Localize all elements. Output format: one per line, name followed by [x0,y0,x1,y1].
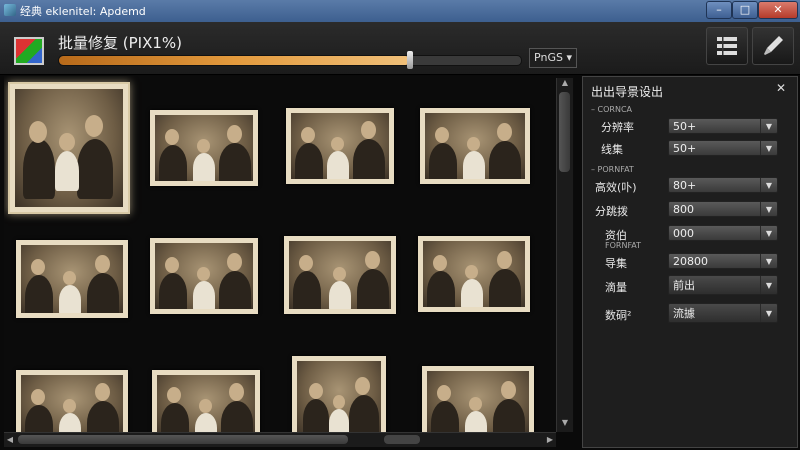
close-button[interactable]: ✕ [758,1,798,19]
photo-thumbnail[interactable] [152,370,260,432]
scroll-up-icon[interactable]: ▲ [557,78,573,90]
photo-thumbnail[interactable] [292,356,386,432]
progress-thumb[interactable] [407,51,414,69]
chevron-down-icon: ▼ [760,254,777,268]
setting-label: 高效(卟) [595,181,637,194]
list-view-button[interactable] [706,27,748,65]
app-icon [4,4,16,16]
select-value: 50+ [673,120,697,133]
quantity-select[interactable]: 前出 ▼ [668,275,778,295]
select-value: 流據 [673,307,695,320]
minimize-button[interactable]: – [706,1,732,19]
photo-thumbnail[interactable] [422,366,534,432]
brush-tool-button[interactable] [752,27,794,65]
photo-thumbnail[interactable] [284,236,396,314]
scroll-left-icon[interactable]: ◀ [4,433,16,447]
photo-thumbnail[interactable] [420,108,530,184]
export-set-select[interactable]: 20800 ▼ [668,253,778,269]
panel-title: 出出导景设出 [591,85,664,99]
image-logo-icon [14,37,44,65]
section-label: – CORNCA [591,105,633,114]
maximize-button[interactable]: □ [732,1,758,19]
photo-thumbnail[interactable] [16,370,128,432]
horizontal-scrollbar[interactable]: ◀ ▶ [4,432,556,447]
hscroll-segment[interactable] [384,435,420,444]
select-value: 50+ [673,142,697,155]
list-icon [717,37,737,55]
setting-label: 分跳拨 [595,205,628,218]
progress-slider[interactable] [58,51,522,69]
select-value: 前出 [673,279,695,292]
chevron-down-icon: ▼ [760,304,777,322]
vertical-scrollbar[interactable]: ▲ ▼ [556,78,573,432]
export-settings-panel: 出出导景设出 ✕ – CORNCA 分辨率 50+ ▼ 线集 50+ ▼ – POR… [582,76,798,448]
line-set-select[interactable]: 50+ ▼ [668,140,778,156]
photo-thumbnail[interactable] [286,108,394,184]
scroll-thumb[interactable] [559,92,570,172]
resolution-select[interactable]: 50+ ▼ [668,118,778,134]
chevron-down-icon: ▼ [760,119,777,133]
photo-thumbnail[interactable] [418,236,530,312]
setting-label: 滴量 [605,281,627,294]
scroll-down-icon[interactable]: ▼ [557,418,573,430]
setting-label: 数硐² [605,309,632,322]
split-select[interactable]: 800 ▼ [668,201,778,217]
photo-thumbnail[interactable] [150,238,258,314]
setting-label: 导集 [605,257,627,270]
select-value: 000 [673,227,694,240]
photo-gallery [4,76,574,432]
select-value: 20800 [673,255,708,268]
sub-label: FORNFAT [605,241,642,250]
section-label: – PORNFAT [591,165,634,174]
toolbar: 批量修复 (PIX1%) PnGS ▾ [0,22,800,75]
efficiency-select[interactable]: 80+ ▼ [668,177,778,193]
chevron-down-icon: ▼ [760,202,777,216]
page-title: 批量修复 (PIX1%) [58,34,183,52]
resource-select[interactable]: 000 ▼ [668,225,778,241]
photo-thumbnail[interactable] [16,240,128,318]
chevron-down-icon: ▼ [760,276,777,294]
format-dropdown[interactable]: PnGS ▾ [529,48,577,68]
setting-label: 线集 [601,143,623,156]
chevron-down-icon: ▼ [760,141,777,155]
photo-thumbnail[interactable] [150,110,258,186]
photo-thumbnail[interactable] [8,82,130,214]
progress-fill [59,56,411,65]
chevron-down-icon: ▼ [760,226,777,240]
hscroll-thumb[interactable] [18,435,348,444]
scroll-right-icon[interactable]: ▶ [544,433,556,447]
select-value: 80+ [673,179,697,192]
chevron-down-icon: ▼ [760,178,777,192]
data-select[interactable]: 流據 ▼ [668,303,778,323]
pen-icon [764,36,783,55]
close-icon[interactable]: ✕ [773,81,789,97]
window-title: 经典 eklenitel: Apdemd [20,5,146,18]
title-bar: 经典 eklenitel: Apdemd – □ ✕ [0,0,800,23]
select-value: 800 [673,203,694,216]
setting-label: 分辨率 [601,121,634,134]
